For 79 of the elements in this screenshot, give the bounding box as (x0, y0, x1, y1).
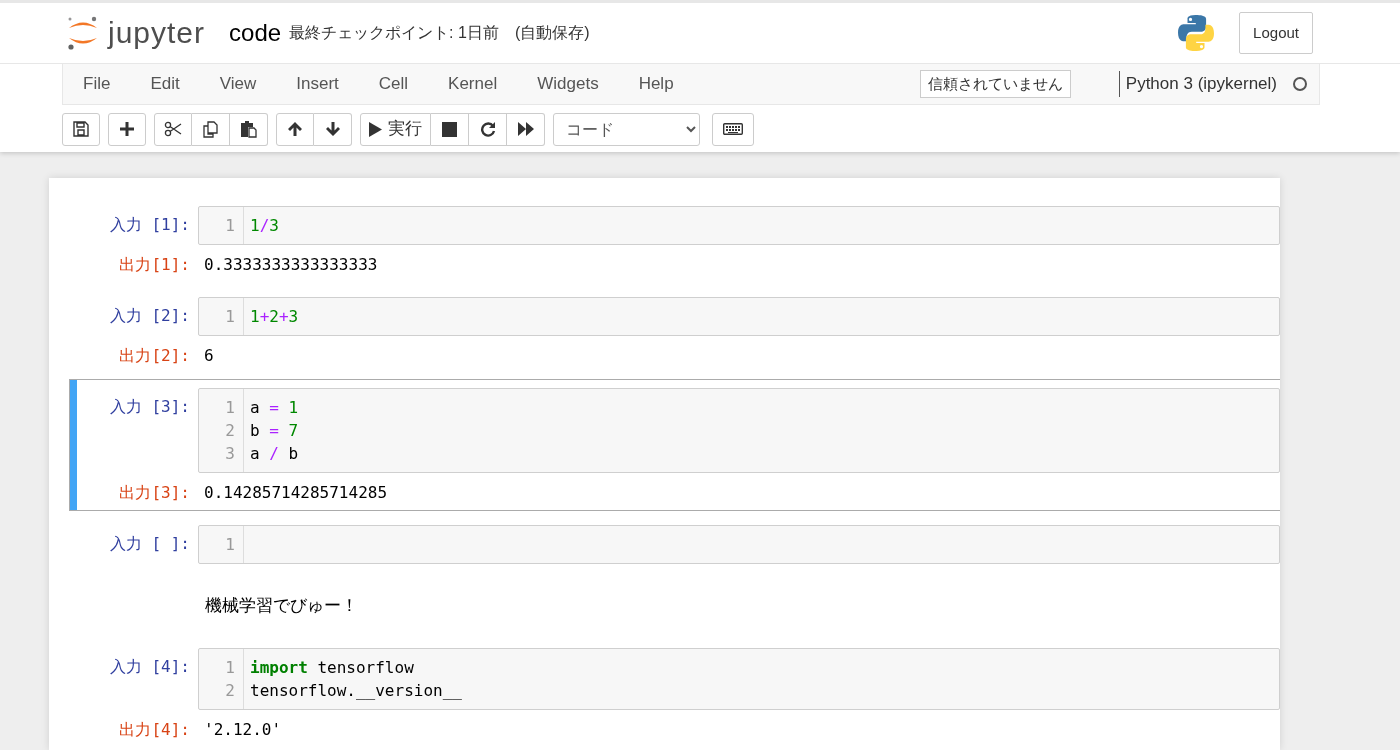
menu-item[interactable]: Help (618, 71, 694, 97)
menu-item[interactable]: Insert (276, 71, 359, 97)
restart-button[interactable] (469, 112, 507, 146)
logo-text[interactable]: jupyter (108, 18, 206, 48)
logout-button[interactable]: Logout (1239, 11, 1313, 55)
play-icon (369, 121, 382, 137)
copy-button[interactable] (192, 112, 230, 146)
autosave-status: (自動保存) (514, 23, 590, 43)
trust-indicator[interactable]: 信頼されていません (919, 69, 1071, 99)
stop-button[interactable] (431, 112, 469, 146)
input-prompt: 入力 [ ]: (108, 533, 191, 555)
arrow-up-icon (287, 121, 303, 137)
input-prompt: 入力 [3]: (108, 396, 191, 418)
menu-item[interactable]: Kernel (428, 71, 518, 97)
code-line: import tensorflow (250, 656, 415, 679)
save-icon (73, 121, 89, 137)
output-text: 6 (203, 345, 214, 367)
refresh-icon (479, 121, 496, 137)
menu-item[interactable]: Edit (130, 71, 200, 97)
down-button[interactable] (314, 112, 352, 146)
code-cell[interactable]: 入力 [3]: 1 2 3 a = 1 b = 7 a / b 出力[3]: 0.14285714285714285 (69, 379, 1280, 511)
code-cell[interactable]: 入力 [4]: 1 2 import tensorflow tensorflow.__version__ 出力[4]: '2.12.0' (69, 638, 1280, 748)
output-text: 0.14285714285714285 (203, 482, 388, 504)
output-prompt: 出力[4]: (118, 718, 191, 741)
code-line: tensorflow.__version__ (250, 679, 462, 702)
code-input[interactable]: 1 2 3 a = 1 b = 7 a / b (198, 388, 1280, 473)
code-cell[interactable]: 入力 [1]: 1 1/3 出力[1]: 0.3333333333333333 (69, 197, 1280, 283)
output-prompt: 出力[1]: (118, 254, 191, 276)
menu-item[interactable]: File (63, 71, 131, 97)
fast-forward-icon (517, 122, 534, 136)
line-number: 3 (224, 443, 235, 465)
stop-icon (442, 121, 457, 137)
copy-icon (202, 120, 219, 138)
output-text: 0.3333333333333333 (203, 254, 378, 276)
input-prompt: 入力 [2]: (108, 305, 191, 327)
keyboard-button[interactable] (712, 112, 754, 146)
line-number: 1 (224, 215, 235, 237)
code-input[interactable]: 1 1/3 (198, 206, 1280, 245)
output-prompt: 出力[2]: (118, 345, 191, 367)
code-line: 1+2+3 (250, 306, 299, 328)
keyboard-icon (723, 123, 743, 135)
up-button[interactable] (276, 112, 314, 146)
save-button[interactable] (62, 112, 100, 146)
input-prompt: 入力 [1]: (108, 214, 191, 236)
markdown-text: 機械学習でびゅー！ (204, 595, 359, 617)
code-line: a = 1 (250, 397, 299, 419)
notebook-name[interactable]: code (229, 15, 282, 51)
add-button[interactable] (108, 112, 146, 146)
checkpoint-status: 最終チェックポイント: 1日前 (289, 23, 499, 43)
output-text: '2.12.0' (203, 718, 282, 741)
line-number: 1 (224, 656, 235, 679)
code-input[interactable]: 1 2 import tensorflow tensorflow.__version__ (198, 647, 1280, 710)
cell-type-dropdown[interactable]: コード (553, 112, 700, 146)
line-number: 2 (224, 420, 235, 442)
cut-button[interactable] (154, 112, 192, 146)
line-number: 1 (224, 397, 235, 419)
input-prompt: 入力 [4]: (108, 655, 191, 678)
arrow-down-icon (324, 121, 341, 137)
code-line: b = 7 (250, 420, 299, 442)
code-input[interactable]: 1 1+2+3 (198, 297, 1280, 336)
plus-icon (120, 122, 134, 136)
python-logo-icon (1177, 14, 1216, 52)
scissors-icon (164, 121, 182, 137)
paste-button[interactable] (230, 112, 268, 146)
run-button[interactable]: 実行 (360, 112, 431, 146)
menu-item[interactable]: View (199, 71, 277, 97)
menu-item[interactable]: Cell (358, 71, 429, 97)
code-cell[interactable]: 入力 [ ]: 1 (69, 516, 1280, 570)
line-number: 1 (224, 534, 235, 556)
code-line: 1/3 (250, 215, 279, 237)
code-cell[interactable]: 入力 [2]: 1 1+2+3 出力[2]: 6 (69, 288, 1280, 374)
kernel-name: Python 3 (ipykernel) (1118, 71, 1277, 97)
clipboard-icon (240, 120, 257, 138)
output-prompt: 出力[3]: (118, 482, 191, 504)
forward-button[interactable] (507, 112, 545, 146)
code-line: a / b (250, 443, 299, 465)
line-number: 1 (224, 306, 235, 328)
line-number: 2 (224, 679, 235, 702)
menu-item[interactable]: Widgets (517, 71, 619, 97)
